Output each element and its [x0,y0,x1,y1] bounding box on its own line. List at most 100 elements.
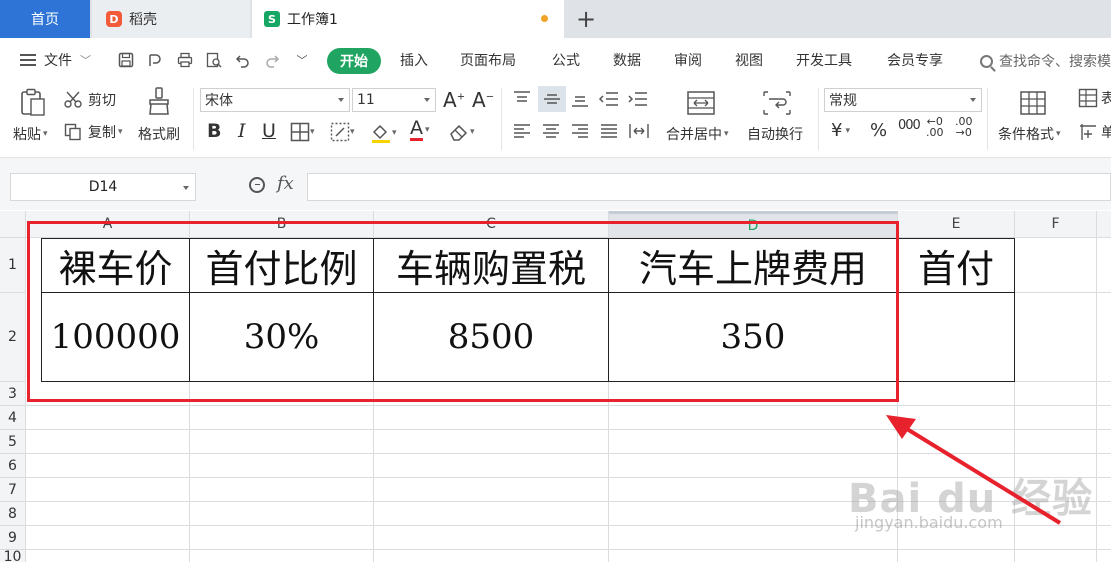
row-header-6[interactable]: 6 [0,454,26,478]
align-middle-button[interactable] [538,86,566,112]
row-header-4[interactable]: 4 [0,406,26,430]
row-label: 9 [8,529,17,546]
tab-review-label: 审阅 [674,53,702,69]
new-tab-button[interactable]: + [566,0,606,38]
tab-member-label: 会员专享 [887,53,943,69]
percent-format-button[interactable]: % [870,120,887,141]
export-icon[interactable] [146,51,164,69]
number-format-select[interactable]: 常规 [824,88,982,112]
align-right-button[interactable] [570,122,590,140]
borders-button[interactable]: ▾ [290,122,315,142]
font-color-button[interactable]: A ▾ [410,118,430,141]
column-header-e[interactable]: E [898,211,1015,238]
command-search[interactable]: 查找命令、搜索模 [980,48,1111,74]
print-preview-icon[interactable] [205,51,223,69]
column-header-f[interactable]: F [1015,211,1097,238]
align-left-button[interactable] [512,122,532,140]
paste-icon[interactable] [18,88,48,118]
row-header-2[interactable]: 2 [0,293,26,382]
tab-member[interactable]: 会员专享 [887,38,943,82]
tab-docer[interactable]: D 稻壳 [92,0,250,38]
caret-down-icon [970,98,976,102]
row-header-7[interactable]: 7 [0,478,26,502]
increase-indent-button[interactable] [627,90,649,108]
conditional-format-button[interactable]: 条件格式 ▾ [998,124,1061,144]
row-header-9[interactable]: 9 [0,526,26,550]
tab-review[interactable]: 审阅 [674,38,702,82]
underline-button[interactable]: U [262,120,276,142]
copy-button[interactable]: 复制 ▾ [64,122,123,142]
row-header-3[interactable]: 3 [0,382,26,406]
highlight-box [27,221,899,402]
fill-color-button[interactable]: ▾ [370,122,397,144]
row-header-1[interactable]: 1 [0,238,26,293]
font-name-value: 宋体 [205,93,233,109]
undo-icon[interactable] [234,51,252,69]
clear-format-button[interactable]: ▾ [448,122,475,142]
cell-e2[interactable] [898,293,1014,381]
column-header-g[interactable] [1097,211,1111,238]
justify-button[interactable] [599,122,619,140]
table-style-button[interactable]: 表 [1078,88,1111,108]
conditional-format-icon[interactable] [1019,90,1047,116]
caret-down-icon: ▾ [118,127,123,137]
tab-formula[interactable]: 公式 [552,38,580,82]
paste-button[interactable]: 粘贴 ▾ [13,124,48,144]
wrap-text-button[interactable]: 自动换行 [747,124,803,144]
fx-icon[interactable]: fx [277,173,294,194]
tab-start[interactable]: 开始 [327,48,381,74]
select-all-corner[interactable] [0,211,26,238]
decrease-decimal-button[interactable]: .00 →0 [955,116,973,138]
tab-data[interactable]: 数据 [613,38,641,82]
save-icon[interactable] [117,51,135,69]
redo-icon[interactable] [263,51,281,69]
font-size-select[interactable]: 11 [352,88,436,112]
name-box[interactable]: D14 [10,173,196,201]
distribute-button[interactable] [628,122,650,140]
increase-decimal-button[interactable]: ←0 .00 [926,116,944,138]
decrease-indent-button[interactable] [598,90,620,108]
ribbon-divider [501,88,502,150]
formula-input[interactable] [307,173,1111,201]
tab-workbook[interactable]: S 工作簿1 [252,0,564,38]
decrease-font-button[interactable]: A− [472,88,494,112]
cell-style-button[interactable]: ▾ [330,122,355,142]
underline-icon: U [262,120,276,142]
format-painter-icon[interactable] [146,86,172,116]
font-name-select[interactable]: 宋体 [200,88,350,112]
currency-icon: ¥ [831,120,843,141]
file-menu[interactable]: 文件 ﹀ [20,38,91,82]
print-icon[interactable] [176,51,194,69]
tab-page-layout[interactable]: 页面布局 [460,38,516,82]
eraser-icon [450,124,468,141]
row-header-5[interactable]: 5 [0,430,26,454]
align-top-button[interactable] [512,90,532,108]
tab-dev-tools[interactable]: 开发工具 [796,38,852,82]
tab-view[interactable]: 视图 [735,38,763,82]
bold-button[interactable]: B [207,120,221,142]
cut-button[interactable]: 剪切 [64,90,116,110]
align-bottom-button[interactable] [570,90,590,108]
merge-center-icon[interactable] [686,90,716,116]
tab-insert[interactable]: 插入 [400,38,428,82]
font-size-value: 11 [357,92,375,108]
italic-button[interactable]: I [238,120,246,142]
row-header-10[interactable]: 10 [0,550,26,562]
quick-access-dropdown-icon[interactable]: ﹀ [293,51,311,69]
thousands-format-button[interactable]: 000 [898,118,921,133]
align-center-button[interactable] [541,122,561,140]
conditional-format-label: 条件格式 [998,127,1054,143]
decrease-indent-icon [598,92,618,106]
row-header-8[interactable]: 8 [0,502,26,526]
cut-label: 剪切 [88,93,116,109]
wrap-text-icon[interactable] [762,90,792,116]
currency-format-button[interactable]: ¥ ▾ [831,120,850,141]
tab-home[interactable]: 首页 [0,0,90,38]
increase-font-button[interactable]: A+ [443,88,465,112]
zoom-formula-icon[interactable] [249,177,265,193]
cell-e1[interactable]: 首付 [898,239,1014,292]
format-painter-button[interactable]: 格式刷 [138,124,180,144]
merge-center-button[interactable]: 合并居中 ▾ [666,124,729,144]
align-center-icon [543,124,559,138]
cell-button[interactable]: 单 [1078,122,1111,142]
